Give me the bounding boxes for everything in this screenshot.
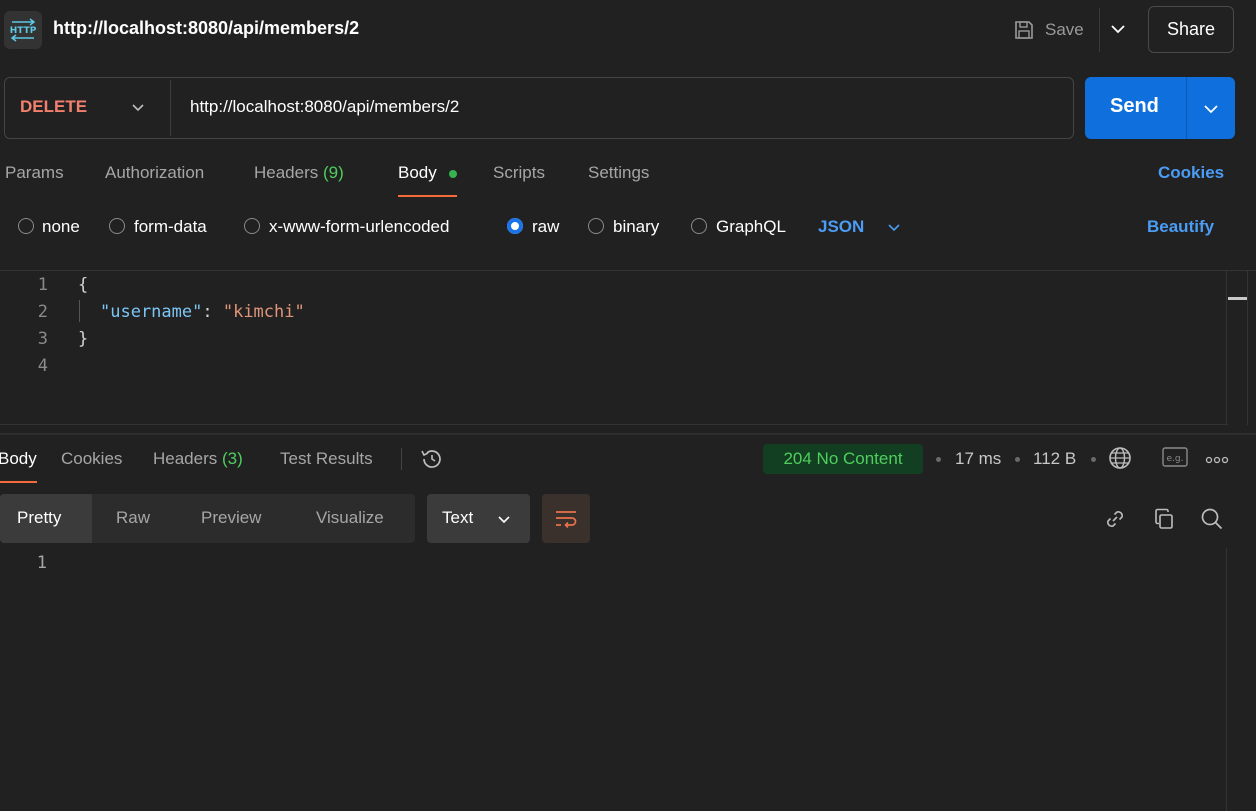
save-label: Save bbox=[1045, 20, 1084, 39]
view-preview[interactable]: Preview bbox=[201, 508, 261, 528]
tab-settings[interactable]: Settings bbox=[588, 163, 649, 183]
radio-label-none[interactable]: none bbox=[42, 217, 80, 237]
code-colon: : bbox=[202, 302, 223, 322]
page-title: http://localhost:8080/api/members/2 bbox=[53, 18, 360, 38]
save-divider bbox=[1099, 8, 1100, 52]
response-tab-test-results[interactable]: Test Results bbox=[280, 449, 373, 469]
response-format-label[interactable]: Text bbox=[442, 508, 473, 528]
editor-scroll-marker bbox=[1228, 297, 1247, 300]
line-number: 2 bbox=[37, 302, 48, 322]
radio-label-raw[interactable]: raw bbox=[532, 217, 559, 237]
response-tabs-divider bbox=[401, 448, 402, 470]
response-tab-body-underline bbox=[0, 481, 37, 483]
line-number: 3 bbox=[37, 329, 48, 349]
body-modified-dot bbox=[449, 170, 457, 178]
separator-dot bbox=[1015, 457, 1020, 462]
indent-guide bbox=[79, 300, 80, 322]
tab-headers[interactable]: Headers (9) bbox=[254, 163, 344, 183]
response-tab-headers[interactable]: Headers (3) bbox=[153, 449, 243, 469]
editor-border bbox=[0, 424, 1228, 425]
svg-text:HTTP: HTTP bbox=[10, 26, 37, 36]
code-open-brace[interactable]: { bbox=[78, 275, 88, 295]
code-value: "kimchi" bbox=[222, 302, 305, 322]
radio-none[interactable] bbox=[18, 218, 34, 234]
format-select-json[interactable]: JSON bbox=[818, 217, 864, 237]
tab-body-underline bbox=[398, 195, 457, 197]
tab-params[interactable]: Params bbox=[5, 163, 64, 183]
radio-form-data[interactable] bbox=[109, 218, 125, 234]
code-line-username[interactable]: "username": "kimchi" bbox=[100, 302, 305, 322]
save-options-chevron-icon[interactable] bbox=[1109, 20, 1127, 38]
response-time[interactable]: 17 ms bbox=[955, 449, 1001, 469]
radio-label-form-data[interactable]: form-data bbox=[134, 217, 207, 237]
save-as-example-icon[interactable]: e.g. bbox=[1161, 446, 1189, 470]
wrap-lines-icon bbox=[556, 510, 577, 528]
radio-label-binary[interactable]: binary bbox=[613, 217, 659, 237]
beautify-link[interactable]: Beautify bbox=[1147, 217, 1214, 237]
code-key: "username" bbox=[100, 302, 203, 322]
response-line-number: 1 bbox=[36, 553, 47, 573]
view-pretty[interactable]: Pretty bbox=[17, 508, 61, 528]
tab-headers-label: Headers bbox=[254, 163, 319, 182]
tab-scripts[interactable]: Scripts bbox=[493, 163, 545, 183]
cookies-link[interactable]: Cookies bbox=[1158, 163, 1224, 183]
response-tab-cookies[interactable]: Cookies bbox=[61, 449, 122, 469]
save-button[interactable]: Save bbox=[1013, 14, 1084, 46]
http-app-icon: HTTP bbox=[4, 11, 42, 49]
radio-binary[interactable] bbox=[588, 218, 604, 234]
pane-resize-handle[interactable] bbox=[0, 433, 1256, 435]
tab-body[interactable]: Body bbox=[398, 163, 437, 183]
url-bar bbox=[4, 77, 1074, 139]
response-tab-headers-label: Headers bbox=[153, 449, 218, 468]
radio-label-graphql[interactable]: GraphQL bbox=[716, 217, 786, 237]
view-visualize[interactable]: Visualize bbox=[316, 508, 384, 528]
url-input[interactable]: http://localhost:8080/api/members/2 bbox=[190, 97, 459, 117]
globe-icon[interactable] bbox=[1108, 446, 1132, 470]
status-badge[interactable]: 204 No Content bbox=[763, 444, 923, 474]
share-button[interactable]: Share bbox=[1148, 6, 1234, 53]
history-icon[interactable] bbox=[419, 446, 445, 472]
copy-icon[interactable] bbox=[1151, 506, 1177, 532]
send-label[interactable]: Send bbox=[1110, 95, 1159, 118]
code-close-brace[interactable]: } bbox=[78, 329, 88, 349]
more-options-icon[interactable] bbox=[1205, 456, 1229, 464]
response-format-chevron-icon[interactable] bbox=[496, 512, 512, 528]
radio-x-www-form-urlencoded[interactable] bbox=[244, 218, 260, 234]
response-scrollbar[interactable] bbox=[1226, 548, 1256, 811]
svg-text:e.g.: e.g. bbox=[1167, 454, 1184, 464]
link-icon[interactable] bbox=[1102, 506, 1128, 532]
editor-scrollbar[interactable] bbox=[1226, 270, 1248, 425]
response-tab-headers-count: (3) bbox=[222, 449, 243, 468]
radio-graphql[interactable] bbox=[691, 218, 707, 234]
separator-dot bbox=[936, 457, 941, 462]
method-chevron-icon[interactable] bbox=[130, 100, 146, 116]
send-options-chevron-icon[interactable] bbox=[1202, 100, 1220, 118]
response-size[interactable]: 112 B bbox=[1033, 449, 1076, 469]
radio-raw[interactable] bbox=[507, 218, 523, 234]
url-divider bbox=[170, 80, 171, 136]
editor-border bbox=[0, 270, 1256, 271]
view-raw[interactable]: Raw bbox=[116, 508, 150, 528]
tab-authorization[interactable]: Authorization bbox=[105, 163, 204, 183]
line-number: 1 bbox=[37, 275, 48, 295]
method-select[interactable]: DELETE bbox=[20, 97, 87, 117]
save-icon bbox=[1015, 21, 1033, 39]
line-number: 4 bbox=[37, 356, 48, 376]
response-tab-body[interactable]: Body bbox=[0, 449, 37, 469]
separator-dot bbox=[1091, 457, 1096, 462]
search-icon[interactable] bbox=[1199, 506, 1225, 532]
format-chevron-icon[interactable] bbox=[886, 220, 902, 236]
wrap-lines-button[interactable] bbox=[542, 494, 590, 543]
tab-headers-count: (9) bbox=[323, 163, 344, 182]
send-divider bbox=[1186, 77, 1187, 139]
radio-label-x-www-form-urlencoded[interactable]: x-www-form-urlencoded bbox=[269, 217, 449, 237]
